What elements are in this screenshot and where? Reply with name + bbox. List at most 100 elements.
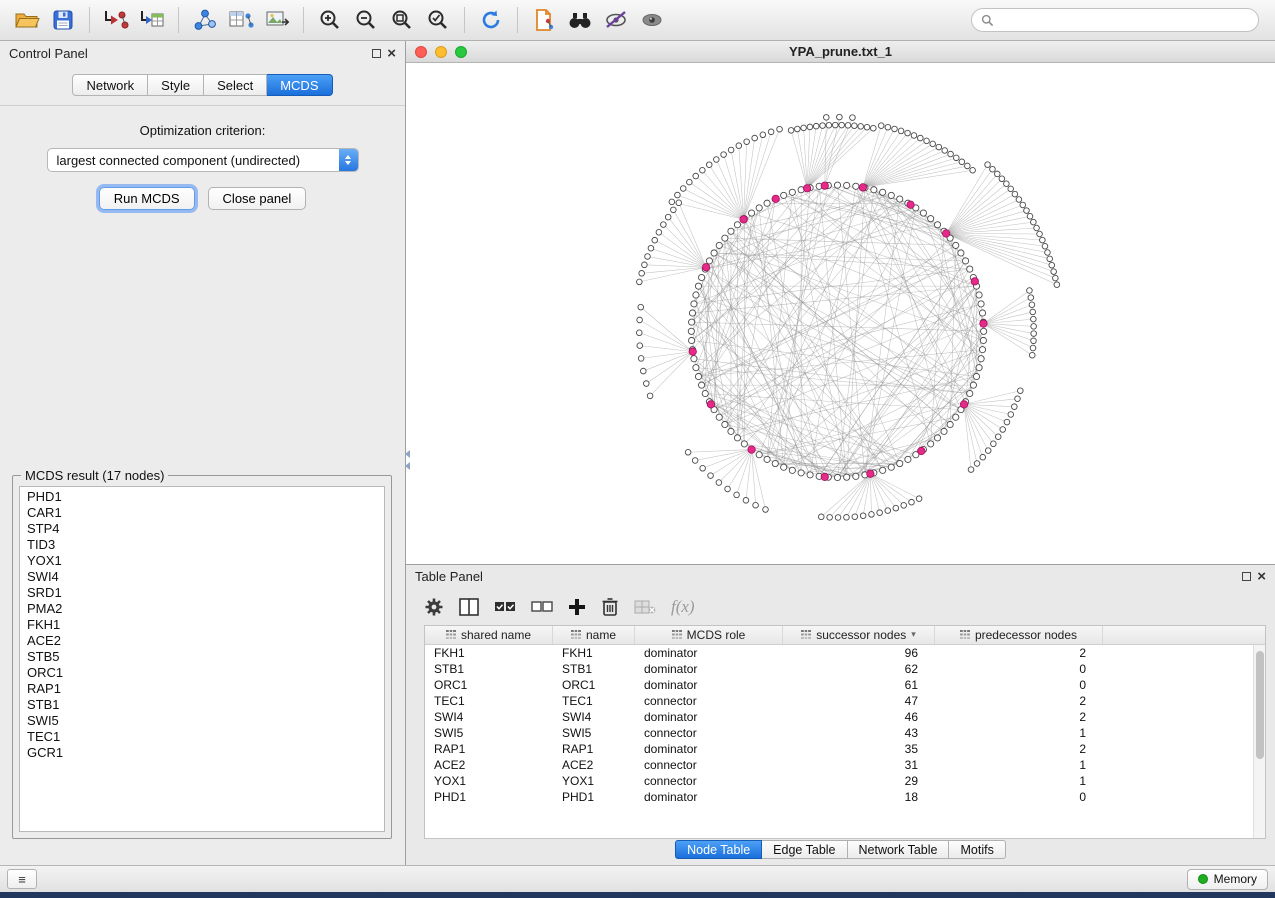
close-panel-button[interactable]: Close panel xyxy=(208,187,307,210)
mcds-result-item[interactable]: ORC1 xyxy=(27,665,377,681)
mcds-result-item[interactable]: TEC1 xyxy=(27,729,377,745)
hide-graphics-icon[interactable] xyxy=(599,4,633,36)
zoom-out-icon[interactable] xyxy=(349,4,383,36)
column-grid-icon xyxy=(672,630,682,639)
tab-network-table[interactable]: Network Table xyxy=(848,840,950,859)
mcds-result-item[interactable]: STB5 xyxy=(27,649,377,665)
table-cell: TEC1 xyxy=(553,694,635,708)
float-table-panel-icon[interactable] xyxy=(1242,570,1251,583)
table-row[interactable]: TEC1TEC1connector472 xyxy=(425,693,1265,709)
import-table-icon[interactable] xyxy=(135,4,169,36)
mcds-result-list[interactable]: PHD1CAR1STP4TID3YOX1SWI4SRD1PMA2FKH1ACE2… xyxy=(19,486,385,832)
mcds-result-group: MCDS result (17 nodes) PHD1CAR1STP4TID3Y… xyxy=(12,468,392,839)
split-columns-icon[interactable] xyxy=(459,595,479,619)
mcds-result-item[interactable]: TID3 xyxy=(27,537,377,553)
table-row[interactable]: STB1STB1dominator620 xyxy=(425,661,1265,677)
tab-motifs[interactable]: Motifs xyxy=(949,840,1005,859)
toolbar-separator xyxy=(517,7,518,33)
network-window: YPA_prune.txt_1 xyxy=(406,41,1275,565)
show-graphics-icon[interactable] xyxy=(635,4,669,36)
column-grid-icon xyxy=(801,630,811,639)
select-all-icon[interactable] xyxy=(494,595,516,619)
table-toolbar: f(x) xyxy=(406,589,1275,625)
close-panel-icon[interactable]: × xyxy=(387,46,396,61)
gear-icon[interactable] xyxy=(424,595,444,619)
zoom-selected-icon[interactable] xyxy=(421,4,455,36)
splitter-handle[interactable] xyxy=(403,447,411,473)
column-header-predecessor-nodes[interactable]: predecessor nodes xyxy=(935,626,1103,644)
task-list-icon[interactable]: ≡ xyxy=(7,869,37,889)
table-cell: 47 xyxy=(783,694,935,708)
refresh-icon[interactable] xyxy=(474,4,508,36)
export-image-icon[interactable] xyxy=(260,4,294,36)
share-network-icon[interactable] xyxy=(188,4,222,36)
tab-edge-table[interactable]: Edge Table xyxy=(762,840,847,859)
search-input[interactable] xyxy=(971,8,1259,32)
close-table-panel-icon[interactable]: × xyxy=(1257,569,1266,584)
table-row[interactable]: FKH1FKH1dominator962 xyxy=(425,645,1265,661)
mcds-result-item[interactable]: GCR1 xyxy=(27,745,377,761)
table-row[interactable]: YOX1YOX1connector291 xyxy=(425,773,1265,789)
table-scrollbar[interactable] xyxy=(1253,645,1265,838)
tab-select[interactable]: Select xyxy=(204,74,267,96)
tab-mcds[interactable]: MCDS xyxy=(267,74,332,96)
table-row[interactable]: SWI4SWI4dominator462 xyxy=(425,709,1265,725)
mcds-result-item[interactable]: ACE2 xyxy=(27,633,377,649)
table-row[interactable]: ACE2ACE2connector311 xyxy=(425,757,1265,773)
delete-row-icon[interactable] xyxy=(601,595,619,619)
column-header-shared-name[interactable]: shared name xyxy=(425,626,553,644)
mcds-result-item[interactable]: STB1 xyxy=(27,697,377,713)
network-canvas-container[interactable] xyxy=(406,63,1275,564)
table-cell: RAP1 xyxy=(425,742,553,756)
zoom-fit-icon[interactable] xyxy=(385,4,419,36)
tab-style[interactable]: Style xyxy=(148,74,204,96)
table-panel-header: Table Panel × xyxy=(406,565,1275,589)
binoculars-icon[interactable] xyxy=(563,4,597,36)
mcds-result-item[interactable]: SRD1 xyxy=(27,585,377,601)
import-network-icon[interactable] xyxy=(99,4,133,36)
app-window: Control Panel × NetworkStyleSelectMCDS O… xyxy=(0,0,1275,892)
open-folder-icon[interactable] xyxy=(10,4,44,36)
table-cell: 1 xyxy=(935,774,1103,788)
table-cell: ACE2 xyxy=(553,758,635,772)
mcds-result-item[interactable]: RAP1 xyxy=(27,681,377,697)
mcds-result-item[interactable]: SWI5 xyxy=(27,713,377,729)
tab-node-table[interactable]: Node Table xyxy=(675,840,762,859)
table-cell: 1 xyxy=(935,726,1103,740)
run-mcds-button[interactable]: Run MCDS xyxy=(99,187,195,210)
network-from-table-icon[interactable] xyxy=(224,4,258,36)
column-header-successor-nodes[interactable]: successor nodes▾ xyxy=(783,626,935,644)
table-row[interactable]: SWI5SWI5connector431 xyxy=(425,725,1265,741)
table-cell: dominator xyxy=(635,710,783,724)
mcds-result-item[interactable]: FKH1 xyxy=(27,617,377,633)
control-panel-tabbar: NetworkStyleSelectMCDS xyxy=(0,65,405,106)
add-row-icon[interactable] xyxy=(568,595,586,619)
table-row[interactable]: RAP1RAP1dominator352 xyxy=(425,741,1265,757)
deselect-all-icon[interactable] xyxy=(531,595,553,619)
column-header-name[interactable]: name xyxy=(553,626,635,644)
mcds-result-item[interactable]: SWI4 xyxy=(27,569,377,585)
optimization-value: largest connected component (undirected) xyxy=(48,153,339,168)
zoom-in-icon[interactable] xyxy=(313,4,347,36)
table-cell: SWI5 xyxy=(553,726,635,740)
column-header-MCDS-role[interactable]: MCDS role xyxy=(635,626,783,644)
scrollbar-thumb[interactable] xyxy=(1256,651,1264,759)
network-canvas[interactable] xyxy=(406,63,1275,564)
document-share-icon[interactable] xyxy=(527,4,561,36)
memory-button[interactable]: Memory xyxy=(1187,869,1268,890)
memory-status-icon xyxy=(1198,874,1208,884)
optimization-dropdown[interactable]: largest connected component (undirected) xyxy=(47,148,359,172)
mcds-result-item[interactable]: PHD1 xyxy=(27,489,377,505)
mcds-result-item[interactable]: STP4 xyxy=(27,521,377,537)
tab-network[interactable]: Network xyxy=(72,74,148,96)
network-titlebar: YPA_prune.txt_1 xyxy=(406,41,1275,63)
table-row[interactable]: ORC1ORC1dominator610 xyxy=(425,677,1265,693)
mcds-result-item[interactable]: CAR1 xyxy=(27,505,377,521)
table-row[interactable]: PHD1PHD1dominator180 xyxy=(425,789,1265,805)
mcds-result-item[interactable]: PMA2 xyxy=(27,601,377,617)
save-icon[interactable] xyxy=(46,4,80,36)
float-panel-icon[interactable] xyxy=(372,47,381,60)
right-column: YPA_prune.txt_1 Table Panel xyxy=(406,41,1275,865)
mcds-result-item[interactable]: YOX1 xyxy=(27,553,377,569)
table-cell: 0 xyxy=(935,678,1103,692)
